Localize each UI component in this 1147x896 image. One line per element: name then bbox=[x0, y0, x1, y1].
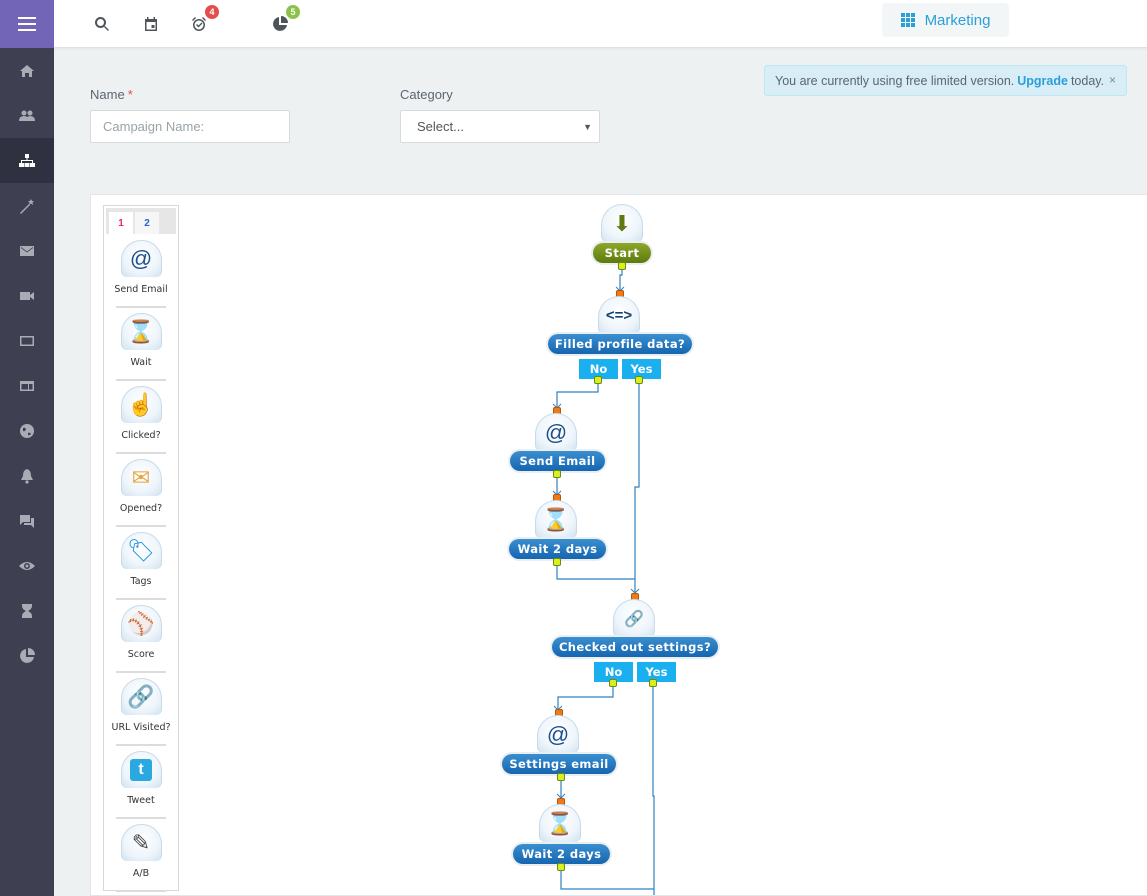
module-switcher-button[interactable]: Marketing bbox=[882, 3, 1009, 37]
condition-icon[interactable]: <=> bbox=[598, 296, 640, 334]
sidebar-item-contacts[interactable] bbox=[0, 93, 54, 138]
campaign-name-input[interactable]: Campaign Name: bbox=[90, 110, 290, 143]
alert-text: You are currently using free limited ver… bbox=[775, 73, 1015, 88]
pie-chart-icon bbox=[273, 16, 288, 31]
form-icon bbox=[20, 380, 34, 391]
condition-filled-profile[interactable]: Filled profile data? bbox=[548, 334, 692, 354]
menu-toggle-button[interactable] bbox=[0, 0, 54, 48]
start-node[interactable]: Start bbox=[593, 243, 651, 263]
globe-icon bbox=[20, 423, 34, 438]
output-port[interactable] bbox=[609, 679, 617, 687]
category-value: Select... bbox=[417, 119, 464, 134]
magic-wand-icon bbox=[20, 198, 34, 214]
home-icon bbox=[20, 64, 34, 77]
sidebar-item-reports[interactable] bbox=[0, 633, 54, 678]
window-icon bbox=[20, 335, 34, 346]
apps-grid-icon bbox=[900, 13, 915, 27]
send-email-icon[interactable]: @ bbox=[537, 715, 579, 753]
sidebar-item-chat[interactable] bbox=[0, 498, 54, 543]
reminders-badge: 4 bbox=[205, 5, 219, 19]
name-label-text: Name bbox=[90, 87, 125, 102]
sidebar bbox=[0, 0, 54, 896]
output-port[interactable] bbox=[618, 262, 626, 270]
sidebar-item-popups[interactable] bbox=[0, 318, 54, 363]
calendar-button[interactable] bbox=[139, 12, 163, 36]
eye-icon bbox=[19, 561, 35, 570]
output-port[interactable] bbox=[553, 470, 561, 478]
upgrade-alert: You are currently using free limited ver… bbox=[764, 65, 1127, 96]
sidebar-item-home[interactable] bbox=[0, 48, 54, 93]
hamburger-icon bbox=[18, 15, 36, 33]
settings-email-node[interactable]: Settings email bbox=[502, 754, 616, 774]
connector bbox=[634, 381, 640, 593]
video-icon bbox=[20, 291, 34, 300]
sitemap-icon bbox=[19, 153, 35, 167]
output-port[interactable] bbox=[553, 558, 561, 566]
reminders-button[interactable]: 4 bbox=[187, 5, 219, 36]
required-marker: * bbox=[127, 87, 133, 102]
connector bbox=[652, 684, 655, 895]
sidebar-item-campaigns[interactable] bbox=[0, 138, 54, 183]
alert-text-after: today. bbox=[1070, 73, 1105, 88]
output-port[interactable] bbox=[594, 376, 602, 384]
wait-node[interactable]: Wait 2 days bbox=[513, 844, 610, 864]
stats-badge: 5 bbox=[286, 5, 300, 19]
url-visited-icon[interactable]: 🔗 bbox=[613, 599, 655, 637]
send-email-node[interactable]: Send Email bbox=[510, 451, 605, 471]
bell-icon bbox=[21, 468, 33, 484]
hourglass-icon[interactable]: ⌛ bbox=[535, 500, 577, 538]
sidebar-item-notifications[interactable] bbox=[0, 453, 54, 498]
send-email-icon[interactable]: @ bbox=[535, 413, 577, 451]
output-port[interactable] bbox=[557, 863, 565, 871]
connector bbox=[619, 268, 623, 291]
output-port[interactable] bbox=[635, 376, 643, 384]
category-label: Category bbox=[400, 87, 453, 102]
sidebar-item-email[interactable] bbox=[0, 228, 54, 273]
alert-close-button[interactable]: × bbox=[1109, 73, 1116, 87]
output-port[interactable] bbox=[557, 773, 565, 781]
connector bbox=[556, 381, 599, 408]
sidebar-item-tools[interactable] bbox=[0, 183, 54, 228]
top-bar: 4 5 Marketing bbox=[54, 0, 1147, 48]
sidebar-item-video[interactable] bbox=[0, 273, 54, 318]
search-button[interactable] bbox=[90, 12, 114, 36]
start-node-icon[interactable]: ⬇ bbox=[601, 204, 643, 242]
workflow-canvas[interactable]: 1 2 @ Send Email ⌛ Wait ☝ Clicked? ✉ Opened? 🏷 Ta… bbox=[90, 194, 1147, 896]
sidebar-item-web[interactable] bbox=[0, 408, 54, 453]
hourglass-icon[interactable]: ⌛ bbox=[539, 804, 581, 842]
name-label: Name * bbox=[90, 87, 133, 102]
connector bbox=[557, 684, 614, 710]
envelope-icon bbox=[20, 245, 34, 256]
wait-node[interactable]: Wait 2 days bbox=[509, 539, 606, 559]
hourglass-icon bbox=[22, 603, 32, 618]
dropdown-caret-icon: ▼ bbox=[583, 122, 592, 132]
connector bbox=[560, 868, 654, 890]
condition-checked-settings[interactable]: Checked out settings? bbox=[552, 637, 718, 657]
connector bbox=[556, 563, 635, 580]
users-icon bbox=[19, 110, 35, 121]
output-port[interactable] bbox=[649, 679, 657, 687]
sidebar-item-visitors[interactable] bbox=[0, 543, 54, 588]
chat-icon bbox=[20, 514, 34, 528]
category-select[interactable]: Select... ▼ bbox=[400, 110, 600, 143]
module-label: Marketing bbox=[924, 11, 991, 29]
sidebar-item-timers[interactable] bbox=[0, 588, 54, 633]
alarm-clock-icon bbox=[192, 17, 206, 31]
upgrade-link[interactable]: Upgrade bbox=[1017, 74, 1068, 88]
stats-button[interactable]: 5 bbox=[268, 5, 300, 36]
sidebar-item-forms[interactable] bbox=[0, 363, 54, 408]
pie-chart-icon bbox=[20, 647, 35, 663]
calendar-icon bbox=[145, 17, 157, 31]
search-icon bbox=[95, 17, 109, 31]
